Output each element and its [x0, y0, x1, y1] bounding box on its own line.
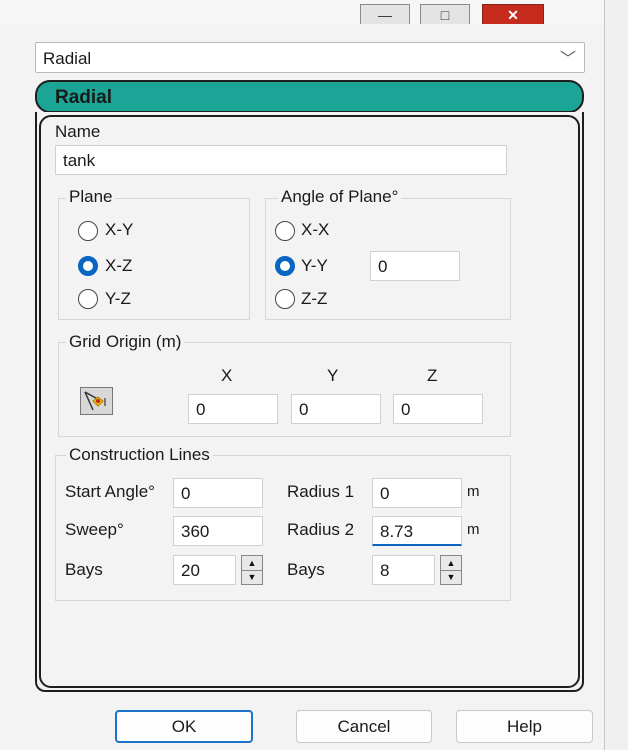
angle-input[interactable]: 0	[370, 251, 460, 281]
grid-origin-title: Grid Origin (m)	[66, 332, 185, 352]
angle-label-xx: X-X	[301, 220, 330, 239]
close-button[interactable]: ✕	[482, 4, 544, 24]
type-select[interactable]: Radial ﹀	[35, 42, 585, 73]
angle-radio-xx[interactable]	[275, 221, 295, 241]
start-angle-value: 0	[181, 484, 191, 503]
grid-origin-x-value: 0	[196, 400, 206, 419]
grid-origin-z-input[interactable]: 0	[393, 394, 483, 424]
plane-label-xy: X-Y	[105, 220, 134, 239]
plane-radio-yz[interactable]	[78, 289, 98, 309]
help-button[interactable]: Help	[456, 710, 593, 743]
construction-lines-title: Construction Lines	[66, 445, 213, 465]
angle-label-zz: Z-Z	[301, 289, 328, 308]
stepper-down-icon[interactable]: ▼	[242, 570, 262, 584]
radius2-unit: m	[467, 521, 480, 538]
plane-label-yz: Y-Z	[105, 289, 131, 308]
pick-point-icon	[84, 391, 106, 411]
grid-origin-y-input[interactable]: 0	[291, 394, 381, 424]
name-input[interactable]: tank	[55, 145, 507, 175]
start-angle-label: Start Angle°	[65, 482, 155, 501]
stepper-down-icon[interactable]: ▼	[441, 570, 461, 584]
pick-point-button[interactable]	[80, 387, 113, 415]
grid-origin-z-value: 0	[401, 400, 411, 419]
maximize-icon: □	[440, 7, 450, 23]
angle-input-value: 0	[378, 257, 388, 276]
cancel-button[interactable]: Cancel	[296, 710, 432, 743]
maximize-button[interactable]: □	[420, 4, 470, 24]
angle-of-plane-title: Angle of Plane°	[278, 187, 402, 207]
minimize-button[interactable]: —	[360, 4, 410, 24]
section-title: Radial	[55, 87, 113, 108]
plane-radio-xz[interactable]	[78, 256, 98, 276]
radius2-label: Radius 2	[287, 520, 355, 539]
plane-radio-xy[interactable]	[78, 221, 98, 241]
chevron-down-icon: ﹀	[559, 51, 576, 68]
sweep-input[interactable]: 360	[173, 516, 263, 546]
name-input-value: tank	[63, 151, 96, 170]
bays-left-input[interactable]: 20	[173, 555, 236, 585]
sweep-value: 360	[181, 522, 210, 541]
stepper-up-icon[interactable]: ▲	[441, 556, 461, 571]
radius1-input[interactable]: 0	[372, 478, 462, 508]
grid-origin-x-input[interactable]: 0	[188, 394, 278, 424]
bays-left-stepper[interactable]: ▲ ▼	[241, 555, 263, 585]
angle-radio-yy[interactable]	[275, 256, 295, 276]
grid-z-label: Z	[427, 366, 438, 385]
grid-x-label: X	[221, 366, 233, 385]
radius1-label: Radius 1	[287, 482, 355, 501]
bays-right-input[interactable]: 8	[372, 555, 435, 585]
type-select-value: Radial	[43, 49, 92, 68]
section-header: Radial	[35, 80, 584, 113]
bays-right-label: Bays	[287, 560, 325, 579]
plane-label-xz: X-Z	[105, 256, 133, 275]
adjacent-window-edge	[604, 0, 628, 750]
minimize-icon: —	[378, 7, 392, 23]
bays-right-stepper[interactable]: ▲ ▼	[440, 555, 462, 585]
bays-left-value: 20	[181, 561, 200, 580]
radius2-input[interactable]: 8.73	[372, 516, 462, 546]
grid-y-label: Y	[327, 366, 339, 385]
angle-radio-zz[interactable]	[275, 289, 295, 309]
ok-button[interactable]: OK	[115, 710, 253, 743]
stepper-up-icon[interactable]: ▲	[242, 556, 262, 571]
grid-origin-y-value: 0	[299, 400, 309, 419]
close-icon: ✕	[507, 7, 519, 23]
bays-left-label: Bays	[65, 560, 103, 579]
start-angle-input[interactable]: 0	[173, 478, 263, 508]
radius1-unit: m	[467, 483, 480, 500]
bays-right-value: 8	[380, 561, 390, 580]
sweep-label: Sweep°	[65, 520, 124, 539]
radius2-value: 8.73	[380, 522, 414, 541]
angle-label-yy: Y-Y	[301, 256, 328, 275]
radius1-value: 0	[380, 484, 390, 503]
name-label: Name	[55, 122, 101, 141]
plane-group-title: Plane	[66, 187, 116, 207]
